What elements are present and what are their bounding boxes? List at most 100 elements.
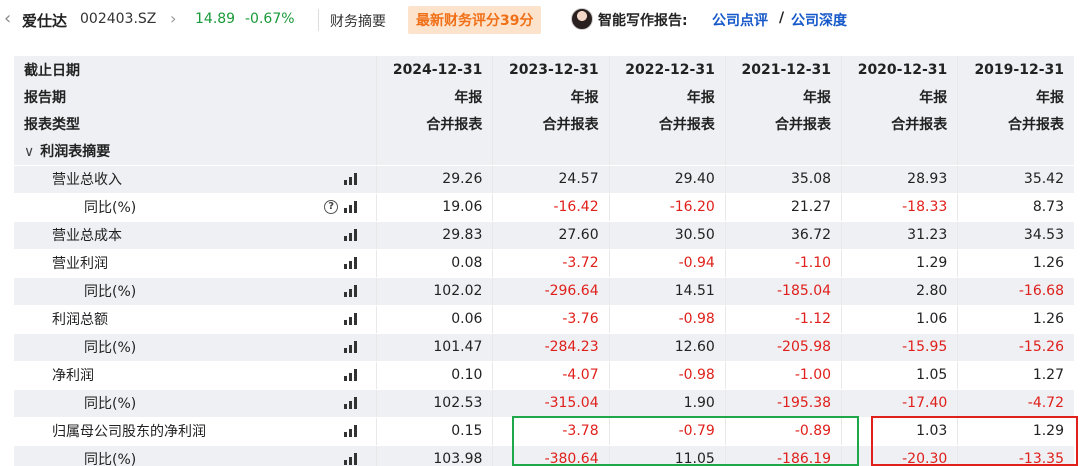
value-cell: -3.78	[492, 417, 610, 446]
table-row: 同比(%) 103.98 -380.64 11.05 -186.19 -20.30 -13.…	[14, 445, 1074, 466]
stock-header: ‹ 爱仕达 002403.SZ › 14.89 -0.67% 财务摘要 最新财务…	[0, 0, 1080, 40]
value-cell: 103.98	[376, 445, 493, 466]
help-icon[interactable]: ?	[324, 200, 339, 215]
bar-chart-icon[interactable]	[344, 453, 358, 466]
table-row: 同比(%) 102.02 -296.64 14.51 -185.04 2.80 -16.68	[14, 277, 1074, 306]
bar-chart-icon[interactable]	[344, 201, 358, 214]
row-label: 同比(%)	[84, 452, 137, 466]
row-label: 净利润	[52, 368, 94, 385]
header-cell: 合并报表	[608, 110, 726, 138]
header-cell: 2023-12-31	[492, 56, 610, 84]
bar-chart-icon[interactable]	[344, 341, 358, 354]
header-cell: 年报	[724, 83, 842, 111]
header-cell: 2022-12-31	[608, 56, 726, 84]
value-cell: -284.23	[492, 333, 610, 362]
value-cell: 1.27	[957, 361, 1074, 390]
section-empty-cell	[724, 137, 842, 166]
value-cell: -185.04	[724, 277, 842, 306]
value-cell: 0.15	[376, 417, 493, 446]
bar-chart-icon[interactable]	[344, 425, 358, 438]
bar-chart-icon[interactable]	[344, 173, 358, 186]
value-cell: -0.89	[724, 417, 842, 446]
value-cell: -296.64	[492, 277, 610, 306]
header-row: 报告期 年报 年报 年报 年报 年报 年报	[14, 83, 1074, 111]
header-cell: 年报	[957, 83, 1074, 111]
chevron-left-icon[interactable]: ‹	[4, 10, 18, 28]
value-cell: 34.53	[957, 221, 1074, 250]
header-row: 报表类型 合并报表 合并报表 合并报表 合并报表 合并报表 合并报表	[14, 110, 1074, 138]
value-cell: 11.05	[608, 445, 726, 466]
income-statement-table: 截止日期 2024-12-31 2023-12-31 2022-12-31 2021-1…	[14, 56, 1074, 466]
value-cell: 1.29	[841, 249, 958, 278]
row-label: 归属母公司股东的净利润	[52, 424, 206, 441]
value-cell: 36.72	[724, 221, 842, 250]
price-change: -0.67%	[245, 11, 295, 27]
value-cell: -1.00	[724, 361, 842, 390]
value-cell: 1.05	[841, 361, 958, 390]
header-cell: 2019-12-31	[957, 56, 1074, 84]
row-label: 同比(%)	[84, 396, 137, 413]
row-label-cell: 归属母公司股东的净利润	[14, 417, 377, 446]
value-cell: 8.73	[957, 193, 1074, 222]
header-cell: 年报	[376, 83, 493, 111]
ai-report-label: 智能写作报告:	[598, 13, 688, 29]
bar-chart-icon[interactable]	[344, 369, 358, 382]
stock-price: 14.89	[195, 11, 236, 27]
bar-chart-icon[interactable]	[344, 313, 358, 326]
company-review-link[interactable]: 公司点评	[712, 10, 768, 30]
stock-code: 002403.SZ	[80, 11, 157, 27]
row-label: 营业总成本	[52, 228, 122, 245]
financial-table-container[interactable]: 截止日期 2024-12-31 2023-12-31 2022-12-31 2021-1…	[14, 56, 1080, 466]
value-cell: -4.07	[492, 361, 610, 390]
bar-chart-icon[interactable]	[344, 229, 358, 242]
value-cell: -0.79	[608, 417, 726, 446]
value-cell: -16.20	[608, 193, 726, 222]
bar-chart-icon[interactable]	[344, 257, 358, 270]
header-row-label: 报告期	[14, 83, 377, 111]
row-label-cell: 营业利润	[14, 249, 377, 278]
header-cell: 合并报表	[376, 110, 493, 138]
link-separator: /	[779, 10, 785, 26]
row-label: 营业利润	[52, 256, 108, 273]
value-cell: -195.38	[724, 389, 842, 418]
header-cell: 合并报表	[957, 110, 1074, 138]
value-cell: -20.30	[841, 445, 958, 466]
header-row-label: 报表类型	[14, 110, 377, 138]
table-row: 同比(%)? 19.06 -16.42 -16.20 21.27 -18.33 8.73	[14, 193, 1074, 222]
table-row: 净利润 0.10 -4.07 -0.98 -1.00 1.05 1.27	[14, 361, 1074, 390]
stock-name[interactable]: 爱仕达	[22, 10, 67, 31]
value-cell: -186.19	[724, 445, 842, 466]
value-cell: 1.29	[957, 417, 1074, 446]
financial-summary-tab[interactable]: 财务摘要	[330, 11, 386, 31]
header-row-label: 截止日期	[14, 56, 377, 84]
value-cell: 1.06	[841, 305, 958, 334]
company-deep-link[interactable]: 公司深度	[791, 10, 847, 30]
value-cell: -17.40	[841, 389, 958, 418]
value-cell: 29.83	[376, 221, 493, 250]
table-row: 归属母公司股东的净利润 0.15 -3.78 -0.79 -0.89 1.03 1.29	[14, 417, 1074, 446]
section-empty-cell	[957, 137, 1074, 166]
row-label-cell: 同比(%)	[14, 445, 377, 466]
section-row[interactable]: ∨ 利润表摘要	[14, 137, 1074, 166]
bar-chart-icon[interactable]	[344, 397, 358, 410]
value-cell: -380.64	[492, 445, 610, 466]
section-empty-cell	[492, 137, 610, 166]
table-row: 营业总收入 29.26 24.57 29.40 35.08 28.93 35.42	[14, 165, 1074, 194]
value-cell: 35.08	[724, 165, 842, 194]
value-cell: -16.42	[492, 193, 610, 222]
row-label: 同比(%)	[84, 200, 137, 217]
value-cell: 2.80	[841, 277, 958, 306]
row-label-cell: 营业总成本	[14, 221, 377, 250]
section-empty-cell	[608, 137, 726, 166]
section-label-cell[interactable]: ∨ 利润表摘要	[14, 137, 377, 166]
row-label-cell: 净利润	[14, 361, 377, 390]
value-cell: 1.03	[841, 417, 958, 446]
chevron-right-icon[interactable]: ›	[170, 9, 176, 28]
table-row: 营业利润 0.08 -3.72 -0.94 -1.10 1.29 1.26	[14, 249, 1074, 278]
value-cell: 102.02	[376, 277, 493, 306]
collapse-chevron-icon[interactable]: ∨	[24, 144, 34, 160]
bar-chart-icon[interactable]	[344, 285, 358, 298]
table-row: 同比(%) 101.47 -284.23 12.60 -205.98 -15.95 -15.…	[14, 333, 1074, 362]
value-cell: 0.10	[376, 361, 493, 390]
financial-rating-badge[interactable]: 最新财务评分39分	[408, 6, 542, 34]
